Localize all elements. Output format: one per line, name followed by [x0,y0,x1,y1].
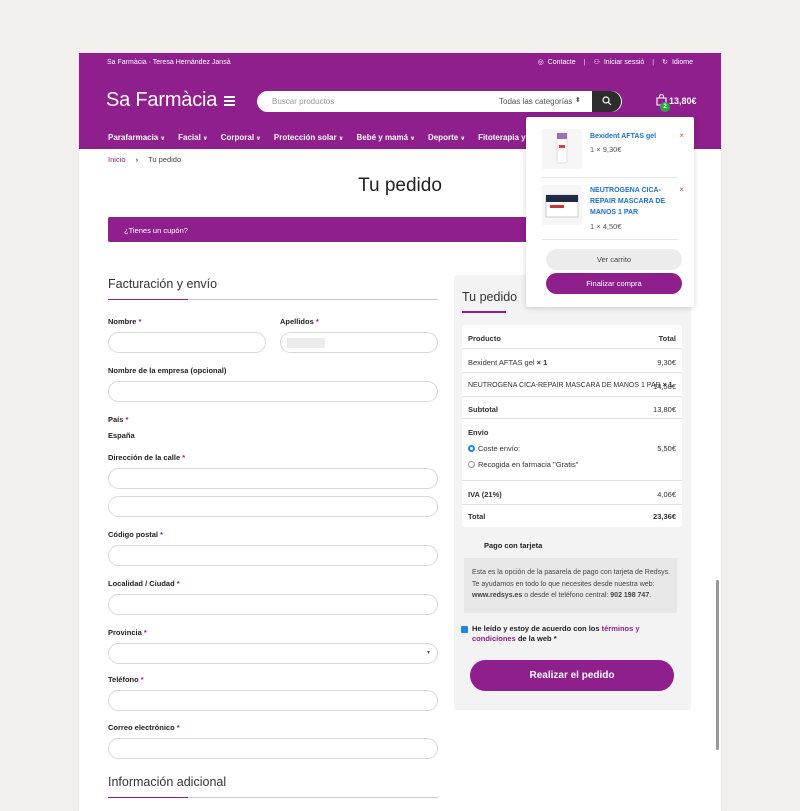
additional-info-underline [108,797,438,798]
search-icon [602,96,612,106]
shipping-option-cost[interactable]: Coste envío: [468,444,520,453]
mini-cart-item-name[interactable]: NEUTROGENA CICA-REPAIR MASCARA DE MANOS … [590,185,672,218]
postcode-field[interactable] [108,545,438,566]
mini-cart-item: Bexident AFTAS gel 1 × 9,30€ × [542,129,684,173]
country-label: País * [108,415,129,424]
payment-method-title: Pago con tarjeta [484,541,543,550]
email-field[interactable] [108,738,438,759]
product-thumbnail[interactable] [542,185,582,225]
province-label: Provincia * [108,628,147,637]
cart-total: 13,80€ [669,96,697,106]
nav-item-parafarmacia[interactable]: Parafarmacia ∨ [108,133,165,142]
shipping-row: Envío Coste envío: 5,50€ Recogida en far… [462,419,682,481]
refresh-icon: ↻ [662,59,668,66]
additional-info-title: Información adicional [108,775,227,789]
phone-field[interactable] [108,690,438,711]
order-item-row: Bexident AFTAS gel × 1 9,30€ [462,349,682,373]
coupon-banner[interactable]: ¿Tienes un cupón? [108,217,548,242]
checkout-button[interactable]: Finalizar compra [546,273,682,294]
divider: | [652,58,655,66]
divider: | [583,58,586,66]
first-name-label: Nombre * [108,317,142,326]
city-field[interactable] [108,594,438,615]
company-field[interactable] [108,381,438,402]
mini-cart-item-name[interactable]: Bexident AFTAS gel [590,131,672,142]
cart-button[interactable]: 2 13,80€ [656,94,716,112]
location-icon: ◎ [537,59,544,66]
menu-icon[interactable] [224,96,235,106]
province-select[interactable]: ▾ [108,643,438,664]
place-order-button[interactable]: Realizar el pedido [470,660,674,691]
city-label: Localidad / Ciudad * [108,579,180,588]
remove-item-icon[interactable]: × [679,131,684,140]
coupon-text[interactable]: ¿Tienes un cupón? [124,226,188,235]
nav-item-bebe-mama[interactable]: Bebé y mamá ∨ [356,133,414,142]
order-summary: Tu pedido Producto Total Bexident AFTAS … [454,275,691,710]
order-header-row: Producto Total [462,325,682,349]
logo[interactable]: Sa Farmàcia [106,89,217,112]
order-table: Producto Total Bexident AFTAS gel × 1 9,… [462,325,682,527]
search-button[interactable] [592,91,621,112]
radio-selected[interactable] [468,445,475,452]
street-field-1[interactable] [108,468,438,489]
subtotal-row: Subtotal 13,80€ [462,397,682,419]
order-title-underline [462,311,506,313]
site-owner: Sa Farmàcia · Teresa Hernández Jansà [107,59,231,66]
total-row: Total 23,36€ [468,512,676,521]
mini-cart-dropdown: Bexident AFTAS gel 1 × 9,30€ × NEUTROGEN… [526,117,694,307]
postcode-label: Código postal * [108,530,164,539]
language-link[interactable]: Idiome [672,59,693,66]
street-field-2[interactable] [108,496,438,517]
order-item-row: NEUTROGENA CICA-REPAIR MASCARA DE MANOS … [462,373,682,397]
mini-cart-item-qty: 1 × 4,50€ [590,222,622,231]
billing-title-underline [108,299,438,300]
billing-title: Facturación y envío [108,277,218,291]
view-cart-button[interactable]: Ver carrito [546,249,682,270]
last-name-field[interactable] [280,332,438,353]
company-label: Nombre de la empresa (opcional) [108,366,227,375]
search-input[interactable]: Buscar productos [272,97,334,106]
scrollbar[interactable] [716,580,719,750]
topbar: Sa Farmàcia · Teresa Hernández Jansà ◎ C… [79,53,721,73]
tax-row: IVA (21%) 4,06€ [462,481,682,505]
order-title: Tu pedido [462,290,518,304]
search-bar: Buscar productos Todas las categorías ⬍ [257,91,622,112]
nav-item-deporte[interactable]: Deporte ∨ [428,133,465,142]
product-thumbnail[interactable] [542,129,582,169]
radio-unselected[interactable] [468,461,475,468]
email-label: Correo electrónico * [108,723,180,732]
breadcrumb: Inicio › Tu pedido [108,155,181,164]
main-nav: Parafarmacia ∨ Facial ∨ Corporal ∨ Protecci… [108,133,526,142]
nav-item-corporal[interactable]: Corporal ∨ [221,133,261,142]
select-caret-icon: ⬍ [575,97,581,104]
user-icon: ⚇ [593,59,600,66]
breadcrumb-home[interactable]: Inicio [108,155,126,164]
nav-item-facial[interactable]: Facial ∨ [178,133,208,142]
chevron-down-icon: ▾ [426,650,430,656]
divider [542,177,678,178]
shipping-option-pickup[interactable]: Recogida en farmacia "Gratis" [468,460,578,469]
country-value: España [108,431,135,440]
login-link[interactable]: Iniciar sessió [604,59,644,66]
payment-description: Esta es la opción de la pasarela de pago… [464,558,677,613]
divider [542,239,678,240]
breadcrumb-current: Tu pedido [148,155,182,164]
first-name-field[interactable] [108,332,266,353]
terms-checkbox[interactable] [461,626,468,633]
nav-item-fitoterapia[interactable]: Fitoterapia y [478,133,526,142]
mini-cart-item: NEUTROGENA CICA-REPAIR MASCARA DE MANOS … [542,185,684,235]
page: Sa Farmàcia · Teresa Hernández Jansà ◎ C… [79,53,721,811]
chevron-right-icon: › [135,155,139,164]
mini-cart-item-qty: 1 × 9,30€ [590,145,622,154]
street-label: Dirección de la calle * [108,453,186,462]
remove-item-icon[interactable]: × [679,185,684,194]
last-name-label: Apellidos * [280,317,319,326]
contact-link[interactable]: Contacte [548,59,576,66]
nav-item-proteccion-solar[interactable]: Protección solar ∨ [274,133,344,142]
phone-label: Teléfono * [108,675,144,684]
category-select[interactable]: Todas las categorías [499,97,572,106]
